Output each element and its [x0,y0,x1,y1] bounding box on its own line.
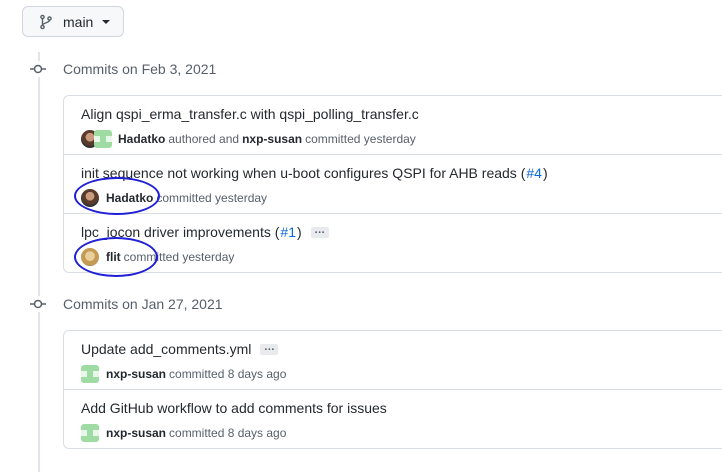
commit-time: committed 8 days ago [169,367,287,381]
pull-request-link[interactable]: #1 [280,224,296,240]
commit-group-title: Commits on Feb 3, 2021 [63,61,217,77]
commit-message-end: ) [296,224,302,240]
author-link[interactable]: flit [106,250,121,264]
avatar-stack [81,129,112,149]
git-branch-icon [38,14,54,30]
commit-message-link[interactable]: Align qspi_erma_transfer.c with qspi_pol… [81,106,419,122]
chevron-down-icon [101,19,111,25]
avatar[interactable] [81,365,99,383]
author-link[interactable]: Hadatko [118,132,165,146]
commit-message-end: ) [542,165,548,181]
commit-node-icon [30,61,46,77]
commit-group-header: Commits on Jan 27, 2021 [0,292,700,316]
expand-description-button[interactable]: … [260,341,279,355]
commit-message: init sequence not working when u-boot co… [81,165,548,181]
commit-time: committed 8 days ago [169,426,287,440]
commit-node-icon [30,296,46,312]
commit-message: lpc_iocon driver improvements (#1) … [81,224,329,240]
commit-message-link[interactable]: Add GitHub workflow to add comments for … [81,400,387,416]
commit-row: Align qspi_erma_transfer.c with qspi_pol… [64,96,722,155]
commit-row: Add GitHub workflow to add comments for … [64,390,722,448]
commit-list: Align qspi_erma_transfer.c with qspi_pol… [63,95,722,273]
commit-row: lpc_iocon driver improvements (#1) … fli… [64,214,722,272]
timeline-line [38,52,40,472]
commit-time: committed yesterday [305,132,416,146]
branch-select-button[interactable]: main [22,6,124,37]
commit-group-title: Commits on Jan 27, 2021 [63,296,223,312]
commit-message-link[interactable]: lpc_iocon driver improvements ( [81,224,279,240]
author-link[interactable]: nxp-susan [106,426,166,440]
author-link[interactable]: Hadatko [106,191,153,205]
commit-message-link[interactable]: init sequence not working when u-boot co… [81,165,525,181]
avatar[interactable] [81,248,99,266]
avatar[interactable] [94,130,112,148]
commit-row: init sequence not working when u-boot co… [64,155,722,214]
commit-group-header: Commits on Feb 3, 2021 [0,57,700,81]
expand-description-button[interactable]: … [310,224,329,238]
author-link[interactable]: nxp-susan [106,367,166,381]
commit-time: committed yesterday [123,250,235,264]
branch-name: main [63,13,94,30]
authored-and-text: authored and [168,132,240,146]
avatar[interactable] [81,189,99,207]
committer-link[interactable]: nxp-susan [242,132,302,146]
pull-request-link[interactable]: #4 [526,165,542,181]
avatar[interactable] [81,424,99,442]
commit-message-link[interactable]: Update add_comments.yml [81,341,251,357]
commit-message: Update add_comments.yml … [81,341,279,357]
commit-time: committed yesterday [156,191,268,205]
commit-list: Update add_comments.yml … nxp-susan comm… [63,330,722,449]
commit-row: Update add_comments.yml … nxp-susan comm… [64,331,722,390]
